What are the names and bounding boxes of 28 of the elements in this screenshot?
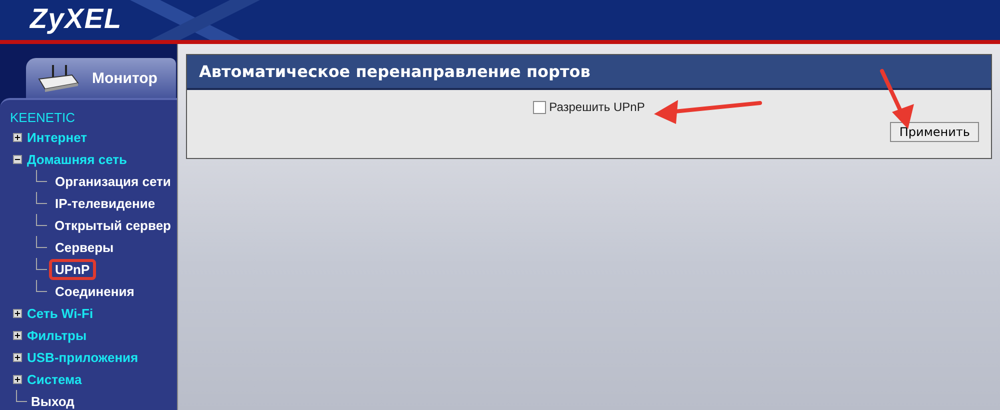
expand-icon[interactable] bbox=[13, 352, 22, 362]
menu-item[interactable]: Соединения bbox=[49, 280, 140, 302]
menu-item[interactable]: Сеть Wi-Fi bbox=[25, 304, 96, 322]
menu-item[interactable]: Фильтры bbox=[25, 326, 89, 344]
checkbox[interactable] bbox=[533, 100, 546, 114]
expand-icon[interactable] bbox=[13, 330, 22, 340]
apply-button[interactable]: Применить bbox=[890, 122, 979, 142]
menu-item[interactable]: Открытый сервер bbox=[48, 214, 177, 236]
router-icon bbox=[36, 63, 80, 93]
panel-title: Автоматическое перенаправление портов bbox=[187, 55, 991, 90]
logo: ZyXEL bbox=[30, 3, 122, 35]
menu-item[interactable]: Серверы bbox=[49, 236, 120, 258]
menu-item[interactable]: Организация сети bbox=[49, 170, 177, 192]
menu-item[interactable]: Выход bbox=[29, 392, 76, 410]
menu-item[interactable]: USB-приложения bbox=[25, 348, 140, 366]
menu-item[interactable]: IP-телевидение bbox=[49, 192, 162, 214]
expand-icon[interactable] bbox=[13, 132, 22, 142]
menu-item[interactable]: Домашняя сеть bbox=[25, 150, 129, 168]
expand-icon[interactable] bbox=[13, 308, 22, 318]
monitor-tab[interactable]: Монитор bbox=[26, 58, 176, 98]
expand-icon[interactable] bbox=[13, 374, 22, 384]
checkbox-label: Разрешить UPnP bbox=[549, 100, 645, 114]
collapse-icon[interactable] bbox=[13, 154, 22, 164]
menu-item[interactable]: Система bbox=[25, 370, 84, 388]
arrow-annotation bbox=[880, 69, 914, 129]
device-name: KEENETIC bbox=[10, 110, 76, 126]
menu-item[interactable]: UPnP bbox=[49, 258, 96, 280]
menu-item[interactable]: Интернет bbox=[25, 128, 90, 146]
